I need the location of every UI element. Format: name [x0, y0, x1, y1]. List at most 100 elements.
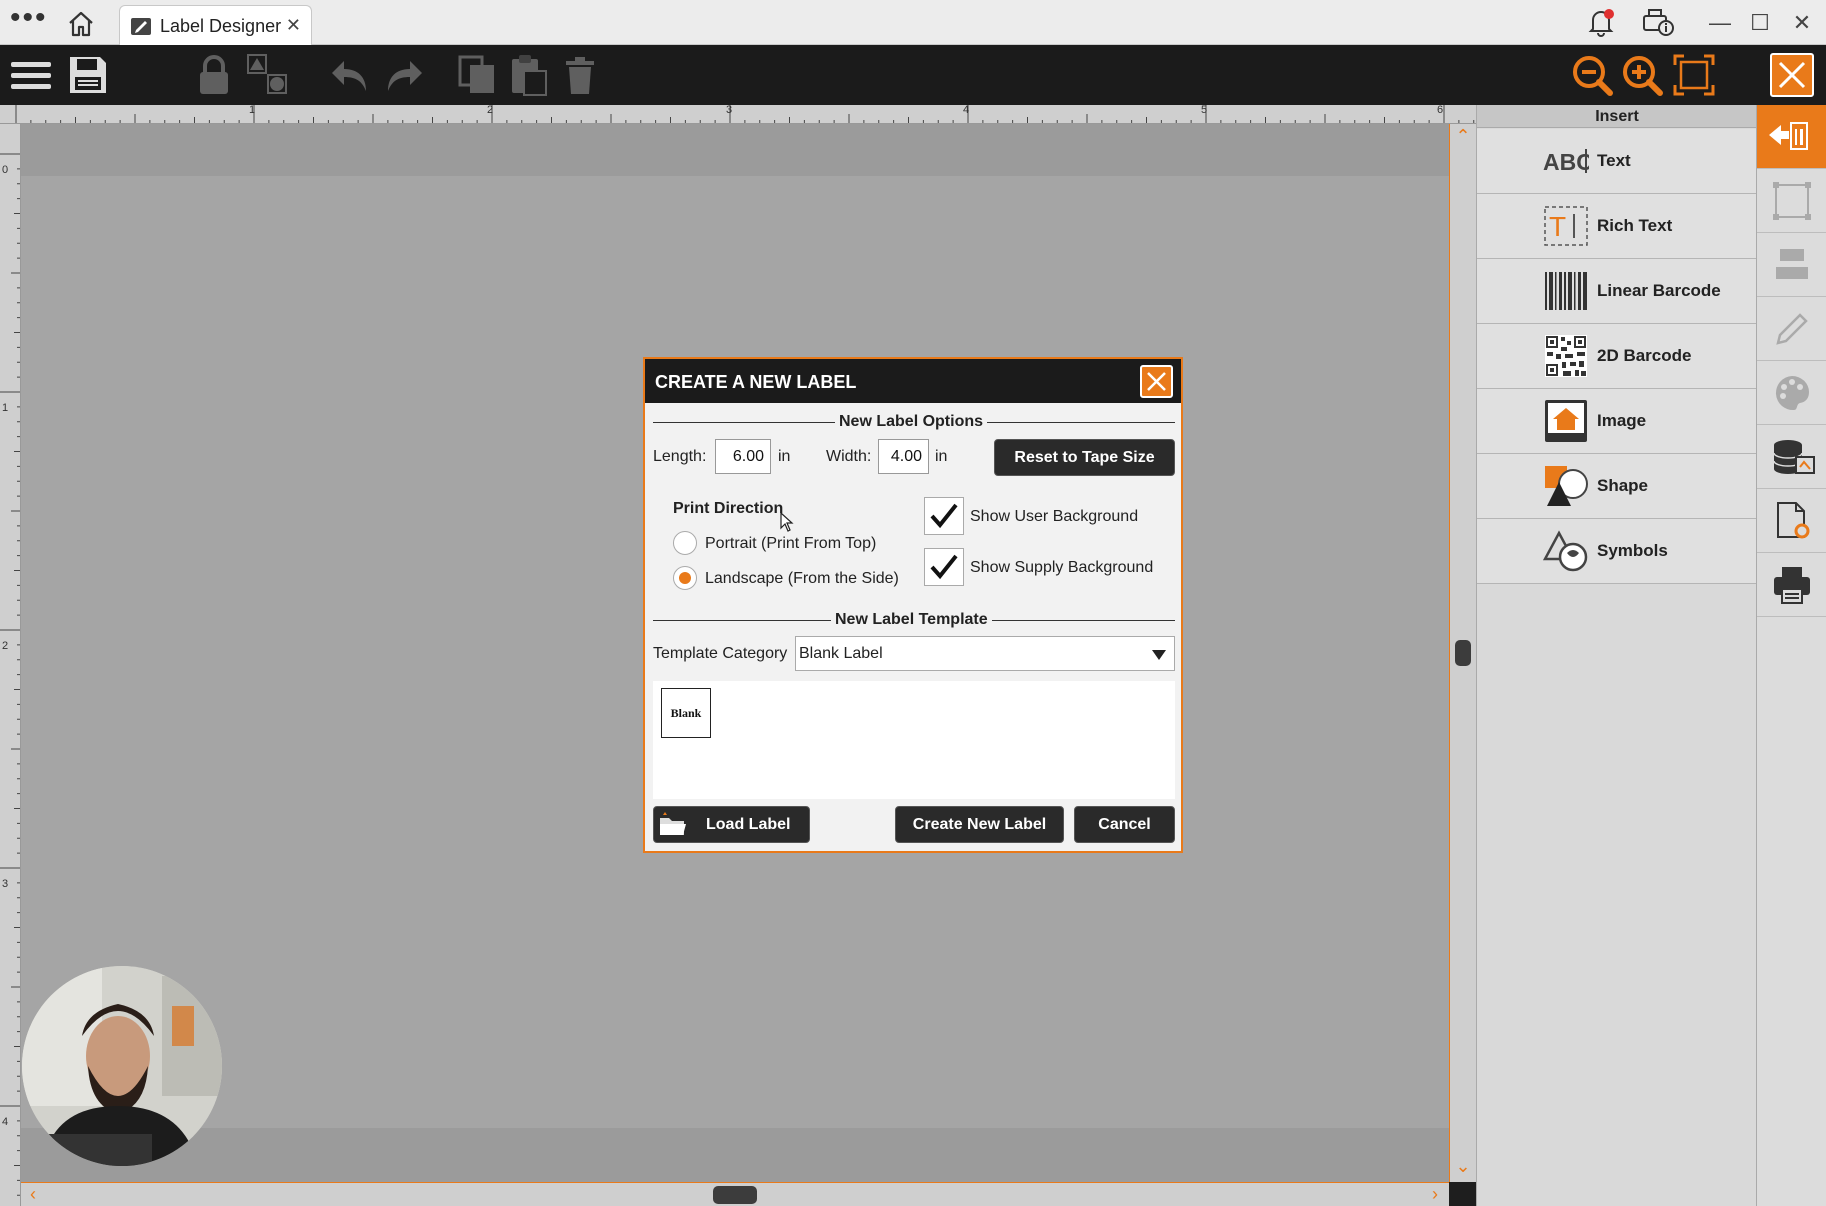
checkmark-icon — [930, 503, 958, 529]
scroll-up-icon[interactable]: ⌃ — [1453, 126, 1473, 146]
printer-info-icon[interactable] — [1640, 6, 1676, 38]
insert-linear-barcode-button[interactable]: Linear Barcode — [1477, 259, 1757, 324]
redo-icon[interactable] — [382, 53, 426, 97]
insert-rich-text-button[interactable]: T Rich Text — [1477, 194, 1757, 259]
landscape-label: Landscape (From the Side) — [705, 570, 899, 587]
width-label: Width: — [826, 448, 872, 465]
template-category-value: Blank Label — [799, 645, 883, 662]
draw-tool-button[interactable] — [1757, 297, 1826, 361]
paste-icon[interactable] — [506, 53, 550, 97]
svg-text:ABC: ABC — [1543, 149, 1589, 175]
width-input[interactable] — [878, 439, 929, 474]
ruler-number-6: 6 — [1437, 105, 1444, 116]
rich-text-icon: T — [1544, 206, 1588, 246]
insert-linear-barcode-label: Linear Barcode — [1597, 281, 1721, 300]
printer-icon — [1774, 567, 1810, 604]
insert-2d-barcode-button[interactable]: 2D Barcode — [1477, 324, 1757, 389]
length-unit: in — [778, 448, 791, 465]
home-icon[interactable] — [66, 10, 96, 38]
horizontal-scroll-thumb[interactable] — [713, 1186, 757, 1204]
align-tool-button[interactable] — [1757, 233, 1826, 297]
undo-icon[interactable] — [328, 53, 372, 97]
insert-image-label: Image — [1597, 411, 1647, 430]
ruler-number-3: 3 — [726, 105, 733, 116]
lock-icon[interactable] — [192, 53, 236, 97]
blank-template-thumbnail[interactable]: Blank — [661, 688, 711, 738]
print-button[interactable] — [1757, 553, 1826, 617]
horizontal-scrollbar[interactable]: ‹ › — [21, 1182, 1449, 1206]
ruler-number-v4: 4 — [2, 1116, 9, 1128]
template-category-label: Template Category — [653, 645, 788, 662]
close-designer-button[interactable] — [1770, 53, 1814, 97]
ruler-number-v2: 2 — [2, 640, 9, 652]
copy-icon[interactable] — [456, 53, 500, 97]
load-label-button[interactable]: Load Label — [653, 806, 810, 843]
maximize-button[interactable]: ☐ — [1740, 8, 1780, 38]
tab-close-icon[interactable]: ✕ — [286, 15, 301, 36]
label-designer-icon — [131, 18, 151, 35]
length-input[interactable] — [715, 439, 771, 474]
group-icon[interactable] — [246, 53, 290, 97]
folder-icon — [660, 812, 686, 835]
mouse-cursor-icon — [780, 512, 794, 532]
vertical-scrollbar[interactable]: ⌃ ⌄ — [1449, 124, 1476, 1182]
shape-icon — [1545, 466, 1588, 506]
load-label-text: Load Label — [706, 816, 791, 833]
create-new-label-button[interactable]: Create New Label — [895, 806, 1064, 843]
insert-rich-text-label: Rich Text — [1597, 216, 1673, 235]
pencil-icon — [1776, 313, 1808, 345]
vertical-ruler-ticks — [0, 153, 20, 1196]
insert-image-button[interactable]: Image — [1477, 389, 1757, 454]
show-user-background-checkbox[interactable] — [924, 497, 964, 535]
show-user-background-label: Show User Background — [970, 508, 1139, 525]
vertical-scroll-thumb[interactable] — [1455, 640, 1471, 666]
ruler-number-2: 2 — [487, 105, 494, 116]
select-tool-button[interactable] — [1757, 169, 1826, 233]
more-options-icon[interactable]: ••• — [10, 3, 48, 33]
symbols-icon — [1543, 530, 1588, 572]
palette-icon — [1775, 376, 1809, 411]
close-window-button[interactable]: ✕ — [1782, 8, 1822, 38]
tab-label-designer[interactable]: Label Designer ✕ — [119, 5, 312, 45]
fit-to-window-icon[interactable] — [1672, 53, 1716, 97]
cancel-button[interactable]: Cancel — [1074, 806, 1175, 843]
insert-text-button[interactable]: ABC Text — [1477, 129, 1757, 194]
show-supply-background-checkbox[interactable] — [924, 548, 964, 586]
template-category-select[interactable]: Blank Label — [795, 636, 1175, 671]
save-icon[interactable] — [66, 53, 110, 97]
menu-icon[interactable] — [9, 53, 53, 97]
scroll-down-icon[interactable]: ⌄ — [1453, 1156, 1473, 1176]
insert-shape-button[interactable]: Shape — [1477, 454, 1757, 519]
minimize-button[interactable]: — — [1700, 8, 1740, 38]
database-button[interactable] — [1757, 425, 1826, 489]
scroll-right-icon[interactable]: › — [1425, 1184, 1445, 1204]
dropdown-arrow-icon[interactable] — [1152, 650, 1166, 660]
zoom-in-icon[interactable] — [1620, 53, 1664, 97]
notification-bell-icon[interactable] — [1585, 6, 1617, 38]
document-settings-button[interactable] — [1757, 489, 1826, 553]
radio-selected-dot — [679, 572, 691, 584]
scroll-left-icon[interactable]: ‹ — [23, 1184, 43, 1204]
webcam-overlay — [22, 966, 222, 1166]
zoom-out-icon[interactable] — [1570, 53, 1614, 97]
ruler-number-v3: 3 — [2, 878, 9, 890]
linear-barcode-icon — [1545, 272, 1587, 310]
dialog-close-button[interactable] — [1140, 365, 1173, 398]
insert-text-label: Text — [1597, 151, 1631, 170]
ruler-number-4: 4 — [963, 105, 970, 116]
document-gear-icon — [1777, 502, 1810, 539]
close-icon — [1778, 61, 1806, 89]
delete-icon[interactable] — [558, 53, 602, 97]
options-section-title: New Label Options — [835, 413, 988, 431]
insert-symbols-button[interactable]: Symbols — [1477, 519, 1757, 584]
portrait-radio[interactable] — [673, 531, 697, 555]
portrait-label: Portrait (Print From Top) — [705, 535, 877, 552]
reset-to-tape-size-button[interactable]: Reset to Tape Size — [994, 439, 1175, 476]
create-new-label-dialog: CREATE A NEW LABEL New Label Options Len… — [643, 357, 1183, 853]
align-icon — [1776, 249, 1808, 279]
insert-mode-button[interactable] — [1757, 105, 1826, 169]
show-supply-background-label: Show Supply Background — [970, 559, 1154, 576]
svg-text:T: T — [1549, 211, 1566, 242]
landscape-radio[interactable] — [673, 566, 697, 590]
color-tool-button[interactable] — [1757, 361, 1826, 425]
